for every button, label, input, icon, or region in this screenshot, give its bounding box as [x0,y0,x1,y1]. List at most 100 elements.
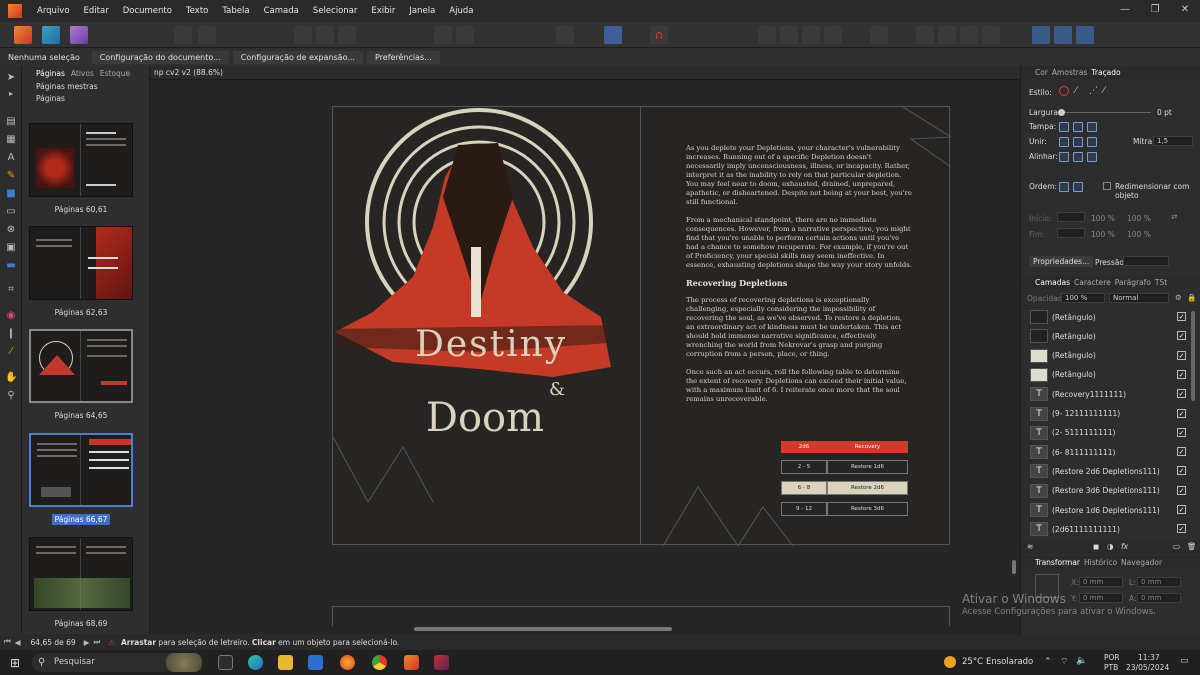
layer-row[interactable]: T (Restore 3d6 Depletions111) ✓ [1030,482,1190,500]
menu-documento[interactable]: Documento [116,6,179,16]
volume-icon[interactable]: 🔈 [1076,656,1087,666]
tab-paragraph[interactable]: Parágrafo [1115,278,1151,287]
layers-scrollbar[interactable] [1191,311,1195,401]
node-tool-icon[interactable]: ▸ [5,88,17,100]
layer-visibility-checkbox[interactable]: ✓ [1177,505,1186,514]
toolbar-icon-7[interactable] [456,26,474,44]
place-image-tool-icon[interactable]: ▬ [5,260,17,272]
boolean-subtract-icon[interactable] [1054,26,1072,44]
layer-row[interactable]: T (9- 12111111111) ✓ [1030,405,1190,423]
start-arrow-select[interactable] [1057,212,1085,222]
close-icon[interactable]: ✕ [1170,0,1200,22]
adjustment-icon[interactable]: ◑ [1107,542,1114,551]
width-value[interactable]: 0 pt [1157,108,1172,117]
layer-visibility-checkbox[interactable]: ✓ [1177,312,1186,321]
table-tool-icon[interactable]: ▦ [5,134,17,146]
mask-icon[interactable]: ◼ [1093,542,1099,551]
horizontal-scrollbar[interactable] [414,627,672,631]
toolbar-icon-2[interactable] [198,26,216,44]
end-scale-2[interactable]: 100 % [1127,230,1151,239]
network-icon[interactable]: ⌔ [1060,656,1068,667]
file-explorer-icon[interactable] [278,655,293,670]
hand-tool-icon[interactable]: ✋ [5,372,17,384]
pen-tool-icon[interactable]: ✎ [5,170,17,182]
artistic-text-tool-icon[interactable]: A [5,152,17,164]
layer-visibility-checkbox[interactable]: ✓ [1177,466,1186,476]
transparency-tool-icon[interactable]: ❙ [5,328,17,340]
page-thumbnail-64-65[interactable] [29,329,133,403]
publisher-persona-icon[interactable] [14,26,32,44]
app-icon[interactable] [434,655,449,670]
start-scale-2[interactable]: 100 % [1091,230,1115,239]
layer-visibility-checkbox[interactable]: ✓ [1177,427,1186,437]
layer-visibility-checkbox[interactable]: ✓ [1177,389,1186,399]
join-round-icon[interactable] [1073,137,1083,147]
menu-texto[interactable]: Texto [179,6,215,16]
height-input[interactable]: 0 mm [1137,593,1181,603]
start-scale[interactable]: 100 % [1091,214,1115,223]
clock-date[interactable]: 23/05/2024 [1126,663,1169,672]
color-picker-tool-icon[interactable]: ⁄ [5,346,17,358]
weather-temp[interactable]: 25°C [962,657,983,667]
preflight-icon[interactable]: ⚠ [108,638,115,647]
menu-ajuda[interactable]: Ajuda [442,6,480,16]
layer-row[interactable]: T (Recovery1111111) ✓ [1030,385,1190,403]
photo-persona-icon[interactable] [70,26,88,44]
order-front-icon[interactable] [1059,182,1069,192]
picture-frame-tool-icon[interactable]: ▭ [5,206,17,218]
task-view-icon[interactable] [218,655,233,670]
menu-exibir[interactable]: Exibir [364,6,402,16]
menu-editar[interactable]: Editar [77,6,116,16]
join-bevel-icon[interactable] [1087,137,1097,147]
properties-button[interactable]: Propriedades... [1029,256,1094,267]
tab-stroke[interactable]: Traçado [1091,68,1120,77]
language-indicator[interactable]: POR [1104,653,1120,662]
x-input[interactable]: 0 mm [1079,577,1123,587]
move-tool-icon[interactable]: ➤ [5,72,17,84]
menu-janela[interactable]: Janela [402,6,442,16]
tab-color[interactable]: Cor [1035,68,1048,77]
start-windows-icon[interactable]: ⊞ [10,656,20,670]
document-setup-button[interactable]: Configuração do documento... [91,50,229,64]
layer-row[interactable]: T (2d61111111111) ✓ [1030,520,1190,538]
page-indicator[interactable]: 64,65 de 69 [31,638,76,647]
distribute-icon-3[interactable] [960,26,978,44]
align-center-icon[interactable] [1059,152,1069,162]
page-thumbnail-66-67[interactable] [29,433,133,507]
swap-arrows-icon[interactable]: ⇄ [1171,212,1177,221]
layer-row[interactable]: (Retângulo) ✓ [1030,347,1190,365]
page-thumbnail-68-69[interactable] [29,537,133,611]
order-back-icon[interactable] [1073,182,1083,192]
layer-row[interactable]: (Retângulo) ✓ [1030,327,1190,345]
toolbar-icon-6[interactable] [434,26,452,44]
layer-visibility-checkbox[interactable]: ✓ [1177,485,1186,495]
layer-visibility-checkbox[interactable]: ✓ [1177,350,1186,360]
edge-icon[interactable] [248,655,263,670]
firefox-icon[interactable] [340,655,355,670]
brush-icon[interactable]: ⁄ [1103,86,1105,96]
align-inside-icon[interactable] [1073,152,1083,162]
menu-tabela[interactable]: Tabela [215,6,256,16]
width-slider-handle[interactable] [1058,109,1065,116]
tab-layers[interactable]: Camadas [1035,278,1070,287]
tab-swatches[interactable]: Amostras [1052,68,1087,77]
ellipse-frame-tool-icon[interactable]: ⊗ [5,224,17,236]
layer-lock-icon[interactable]: 🔒 [1187,293,1196,302]
width-input[interactable]: 0 mm [1137,577,1181,587]
cap-square-icon[interactable] [1087,122,1097,132]
shape-tool-icon[interactable]: ■ [5,188,17,200]
next-spread[interactable] [332,606,950,626]
pages-section[interactable]: Páginas [22,92,149,104]
solid-line-icon[interactable]: ⁄ [1075,86,1077,96]
crop-tool-icon[interactable]: ⌗ [5,284,17,296]
keyboard-layout[interactable]: PTB [1104,663,1118,672]
tab-stock[interactable]: Estoque [100,69,130,78]
page-thumbnail-60-61[interactable] [29,123,133,197]
bleed-setup-button[interactable]: Configuração de expansão... [232,50,363,64]
align-icon-1[interactable] [758,26,776,44]
boolean-intersect-icon[interactable] [1076,26,1094,44]
width-slider[interactable] [1061,112,1151,113]
layer-row[interactable]: T (6- 8111111111) ✓ [1030,443,1190,461]
maximize-icon[interactable]: ❐ [1140,0,1170,22]
boolean-add-icon[interactable] [1032,26,1050,44]
